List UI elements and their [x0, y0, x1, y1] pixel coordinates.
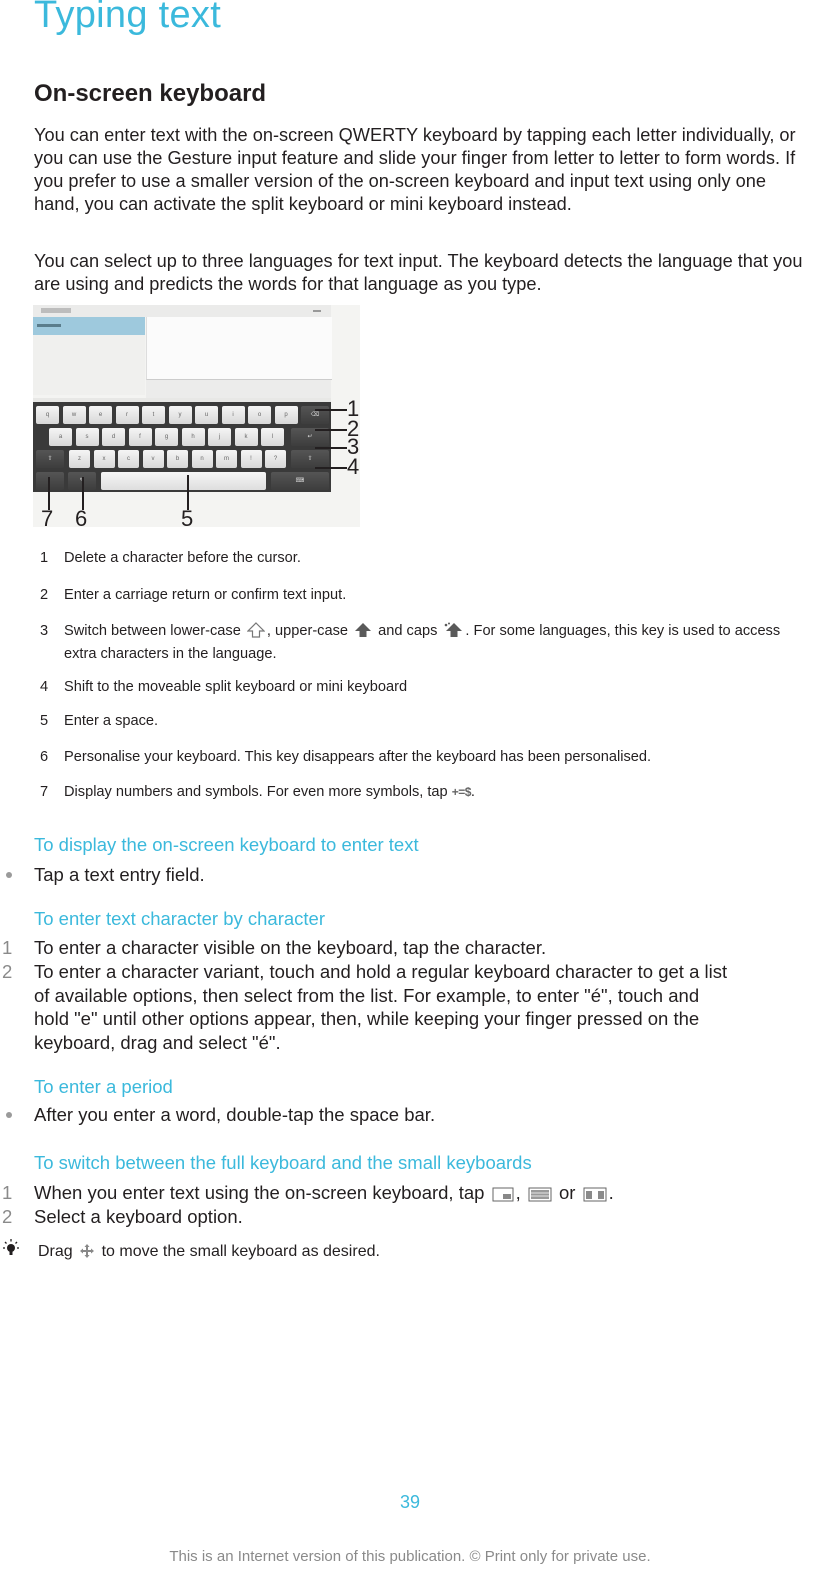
keyboard-illustration: qwertyuiop⌫asdfghjkl↵⇧zxcvbnm!?⇧✎⌨ 12345… — [33, 305, 360, 527]
app-topbar — [33, 305, 331, 317]
callout-number: 4 — [347, 454, 360, 479]
bullet-item: Tap a text entry field. — [6, 864, 205, 886]
section-heading-display-keyboard: To display the on-screen keyboard to ent… — [34, 834, 419, 855]
section-heading-period: To enter a period — [34, 1076, 173, 1097]
key-y: y — [168, 406, 192, 424]
key-exclamation: ! — [240, 450, 262, 468]
space-key — [101, 472, 266, 490]
page-number: 39 — [399, 1492, 421, 1512]
key-f: f — [128, 428, 152, 446]
shift-filled-icon — [354, 622, 372, 644]
callout-line — [315, 409, 347, 411]
shift-key-right: ⇧ — [291, 450, 329, 468]
key-n: n — [191, 450, 213, 468]
split-keyboard-icon — [583, 1184, 607, 1208]
intro-paragraph-2: You can select up to three languages for… — [34, 251, 803, 294]
key-i: i — [221, 406, 245, 424]
key-k: k — [234, 428, 258, 446]
section-heading: On-screen keyboard — [34, 80, 267, 107]
key-v: v — [142, 450, 164, 468]
callout-line — [315, 429, 347, 431]
intro-paragraph-1: You can enter text with the on-screen QW… — [34, 125, 796, 214]
bullet-item: After you enter a word, double-tap the s… — [6, 1104, 435, 1126]
key-p: p — [274, 406, 298, 424]
callout-number: 7 — [41, 506, 54, 528]
key-o: o — [248, 406, 271, 424]
step-item: 2 To enter a character variant, touch and… — [2, 961, 728, 1053]
key-x: x — [93, 450, 115, 468]
callout-line — [187, 475, 189, 510]
page-title: Typing text — [34, 0, 222, 36]
step-item: 1 When you enter text using the on-scree… — [2, 1181, 734, 1208]
key-j: j — [208, 428, 231, 446]
lightbulb-icon — [0, 1238, 22, 1265]
section-heading-switch-keyboard: To switch between the full keyboard and … — [34, 1152, 532, 1173]
symbols-key-icon: +=$ — [451, 785, 472, 799]
key-e: e — [89, 406, 112, 424]
key-w: w — [62, 406, 86, 424]
key-s: s — [75, 428, 99, 446]
bullet-icon — [6, 1112, 12, 1118]
callout-number: 5 — [181, 506, 194, 528]
selected-conversation — [33, 317, 145, 335]
compose-bar — [146, 380, 331, 398]
step-item: 2 Select a keyboard option. — [2, 1206, 243, 1227]
shift-outline-icon — [246, 622, 266, 644]
keyboard: qwertyuiop⌫asdfghjkl↵⇧zxcvbnm!?⇧✎⌨ — [33, 402, 331, 492]
key-t: t — [142, 406, 165, 424]
key-question: ? — [265, 450, 286, 468]
shift-key-left: ⇧ — [36, 450, 64, 468]
callout-line — [315, 447, 347, 449]
key-r: r — [115, 406, 139, 424]
keyboard-switch-key: ⌨ — [271, 472, 329, 490]
step-item: 1 To enter a character visible on the key… — [2, 937, 547, 958]
key-l: l — [261, 428, 284, 446]
tip-text: Drag to move the small keyboard as desir… — [38, 1243, 380, 1264]
key-z: z — [69, 450, 90, 468]
mini-keyboard-icon — [492, 1184, 514, 1208]
compose-area — [146, 317, 332, 380]
key-u: u — [195, 406, 218, 424]
key-g: g — [155, 428, 178, 446]
key-a: a — [49, 428, 72, 446]
key-b: b — [167, 450, 188, 468]
callout-number: 6 — [75, 506, 88, 528]
callout-line — [315, 467, 347, 469]
footer-notice: This is an Internet version of this publ… — [169, 1548, 651, 1565]
full-keyboard-icon — [528, 1184, 552, 1208]
key-d: d — [102, 428, 125, 446]
bullet-icon — [6, 872, 12, 878]
caps-lock-icon — [443, 622, 463, 644]
key-q: q — [36, 406, 59, 424]
symbols-key — [36, 472, 64, 490]
key-m: m — [216, 450, 237, 468]
key-h: h — [181, 428, 205, 446]
move-icon — [79, 1243, 95, 1264]
key-c: c — [118, 450, 139, 468]
section-heading-enter-text: To enter text character by character — [34, 908, 325, 929]
